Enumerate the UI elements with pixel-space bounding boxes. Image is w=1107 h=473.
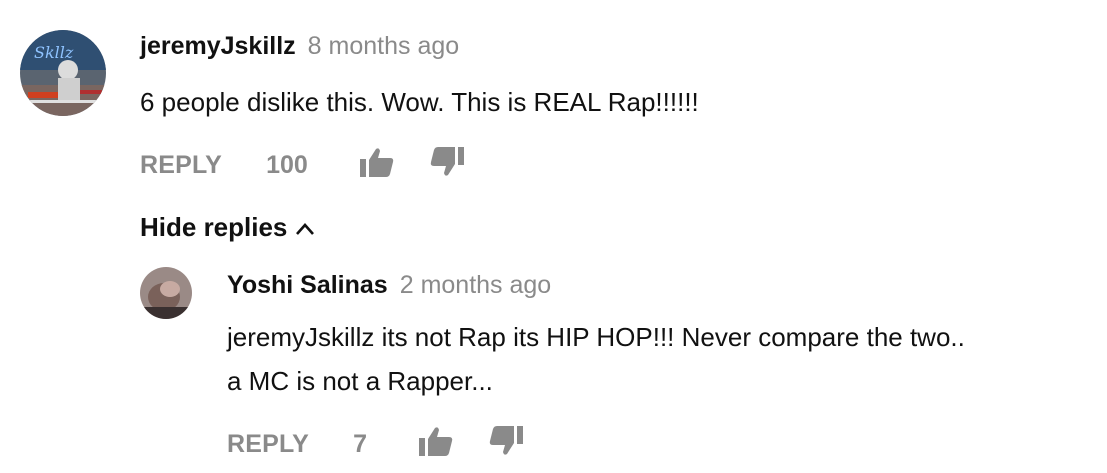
like-count: 100	[266, 150, 308, 179]
comment-timestamp[interactable]: 8 months ago	[308, 32, 460, 61]
thumbs-down-icon[interactable]	[489, 425, 523, 463]
chevron-up-icon	[295, 212, 315, 243]
reply-header: Yoshi Salinas 2 months ago	[227, 271, 551, 300]
author-avatar[interactable]: Skllz	[20, 30, 106, 116]
comment-text: 6 people dislike this. Wow. This is REAL…	[140, 87, 699, 117]
svg-text:Skllz: Skllz	[34, 43, 74, 62]
hide-replies-button[interactable]: Hide replies	[140, 212, 315, 243]
comment-author[interactable]: jeremyJskillz	[140, 32, 296, 61]
thumbs-up-icon[interactable]	[418, 426, 453, 463]
reply-author[interactable]: Yoshi Salinas	[227, 271, 388, 300]
reply-text-line-2: a MC is not a Rapper...	[227, 366, 493, 396]
reply-actions: REPLY 7	[227, 425, 523, 463]
avatar-image-icon: Skllz	[20, 30, 106, 116]
reply-text-line-1: jeremyJskillz its not Rap its HIP HOP!!!…	[227, 322, 965, 352]
comment-thread: Skllz jeremyJskillz 8 months ago 6 peopl…	[0, 0, 1107, 473]
avatar-image-icon	[140, 267, 192, 319]
reply-timestamp[interactable]: 2 months ago	[400, 271, 552, 300]
thumbs-down-icon[interactable]	[430, 146, 464, 184]
comment-header: jeremyJskillz 8 months ago	[140, 32, 459, 61]
hide-replies-label: Hide replies	[140, 212, 288, 242]
comment-actions: REPLY 100	[140, 146, 464, 184]
reply-button[interactable]: REPLY	[140, 151, 222, 180]
like-count: 7	[353, 429, 367, 458]
reply-button[interactable]: REPLY	[227, 430, 309, 459]
reply-author-avatar[interactable]	[140, 267, 192, 319]
thumbs-up-icon[interactable]	[359, 147, 394, 184]
